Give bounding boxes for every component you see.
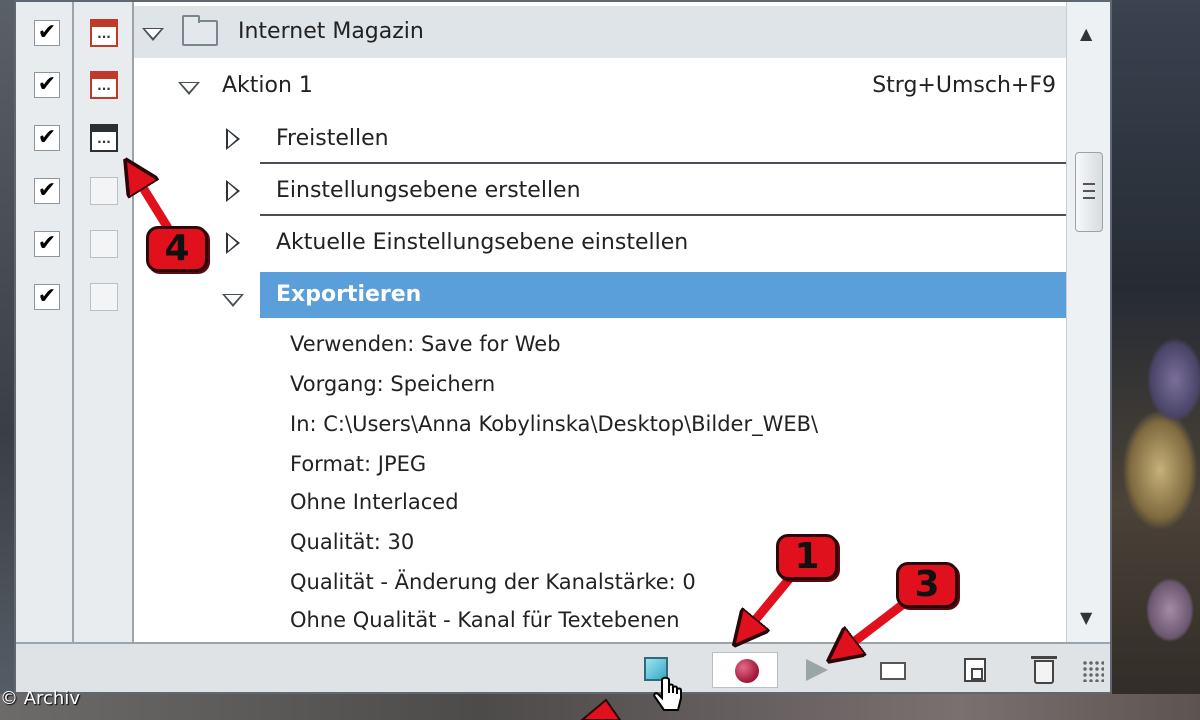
delete-button[interactable] — [1024, 654, 1064, 686]
expand-triangle-icon[interactable] — [142, 28, 164, 41]
action-name: Aktion 1 — [222, 73, 313, 98]
dialog-dots: ... — [97, 79, 111, 93]
set-name: Internet Magazin — [238, 19, 424, 44]
command-detail: Ohne Interlaced — [290, 490, 459, 514]
dialog-toggle-set[interactable]: ... — [90, 19, 118, 47]
toggle-command-checkbox[interactable]: ✔ — [34, 284, 60, 310]
dialog-dots: ... — [97, 27, 111, 41]
toggle-action-checkbox[interactable]: ✔ — [34, 72, 60, 98]
command-detail: Format: JPEG — [290, 452, 427, 476]
toggle-command-checkbox[interactable]: ✔ — [34, 231, 60, 257]
copyright-label: © Archiv — [0, 688, 80, 709]
vertical-scrollbar[interactable]: ▲ ▼ — [1066, 2, 1110, 642]
dialog-toggle-command[interactable] — [90, 177, 118, 205]
collapse-triangle-icon[interactable] — [226, 128, 240, 150]
expand-triangle-icon[interactable] — [178, 82, 200, 95]
play-icon — [806, 659, 828, 681]
dialog-toggle-command[interactable] — [90, 230, 118, 258]
command-detail: Ohne Qualität - Kanal für Textebenen — [290, 608, 680, 632]
command-detail: Qualität - Änderung der Kanalstärke: 0 — [290, 570, 696, 594]
collapse-triangle-icon[interactable] — [226, 232, 240, 254]
play-button[interactable] — [796, 654, 836, 686]
dialog-toggle-action[interactable]: ... — [90, 71, 118, 99]
new-action-button[interactable] — [956, 654, 996, 686]
resize-grip-icon[interactable] — [1082, 660, 1104, 682]
expand-triangle-icon[interactable] — [222, 294, 244, 307]
hand-cursor-icon — [653, 676, 682, 711]
command-label: Exportieren — [276, 282, 422, 307]
action-set-row[interactable]: Internet Magazin — [134, 6, 1066, 58]
callout-4: 4 — [146, 226, 208, 272]
action-row[interactable]: Aktion 1 Strg+Umsch+F9 — [134, 60, 1066, 112]
toggle-command-checkbox[interactable]: ✔ — [34, 178, 60, 204]
background-bottom-edge — [0, 694, 1200, 720]
callout-3: 3 — [896, 562, 958, 608]
new-page-icon — [964, 658, 986, 682]
command-detail: Qualität: 30 — [290, 530, 415, 554]
scroll-down-icon[interactable]: ▼ — [1080, 608, 1092, 627]
command-detail: Verwenden: Save for Web — [290, 332, 561, 356]
command-detail: Vorgang: Speichern — [290, 372, 496, 396]
toggle-command-checkbox[interactable]: ✔ — [34, 125, 60, 151]
record-dot-icon — [735, 659, 759, 683]
command-row-selected[interactable]: Exportieren — [260, 272, 1068, 318]
toggle-set-checkbox[interactable]: ✔ — [34, 20, 60, 46]
dialog-toggle-column: ... ... ... — [74, 2, 134, 642]
dialog-dots: ... — [97, 132, 111, 146]
grip-icon — [1083, 183, 1095, 199]
dialog-toggle-command[interactable] — [90, 283, 118, 311]
command-row[interactable]: Freistellen — [260, 114, 1068, 164]
action-shortcut: Strg+Umsch+F9 — [872, 73, 1056, 98]
trash-icon — [1031, 656, 1057, 684]
command-row[interactable]: Einstellungsebene erstellen — [260, 166, 1068, 216]
actions-toolbar — [16, 642, 1110, 692]
callout-1: 1 — [776, 534, 838, 580]
collapse-triangle-icon[interactable] — [226, 180, 240, 202]
background-left-edge — [0, 0, 14, 720]
command-label: Freistellen — [276, 126, 389, 151]
command-label: Einstellungsebene erstellen — [276, 178, 581, 203]
command-row[interactable]: Aktuelle Einstellungsebene einstellen — [260, 218, 1068, 268]
record-button[interactable] — [712, 652, 778, 688]
toggle-column: ✔ ✔ ✔ ✔ ✔ ✔ — [16, 2, 74, 642]
command-label: Aktuelle Einstellungsebene einstellen — [276, 230, 689, 255]
new-folder-icon — [880, 662, 906, 680]
command-detail: In: C:\Users\Anna Kobylinska\Desktop\Bil… — [290, 412, 819, 436]
scroll-thumb[interactable] — [1075, 152, 1103, 232]
scroll-up-icon[interactable]: ▲ — [1080, 24, 1092, 43]
dialog-toggle-command[interactable]: ... — [90, 124, 118, 152]
actions-list: Internet Magazin Aktion 1 Strg+Umsch+F9 … — [134, 2, 1068, 642]
new-set-button[interactable] — [874, 654, 914, 686]
folder-icon — [182, 15, 218, 46]
